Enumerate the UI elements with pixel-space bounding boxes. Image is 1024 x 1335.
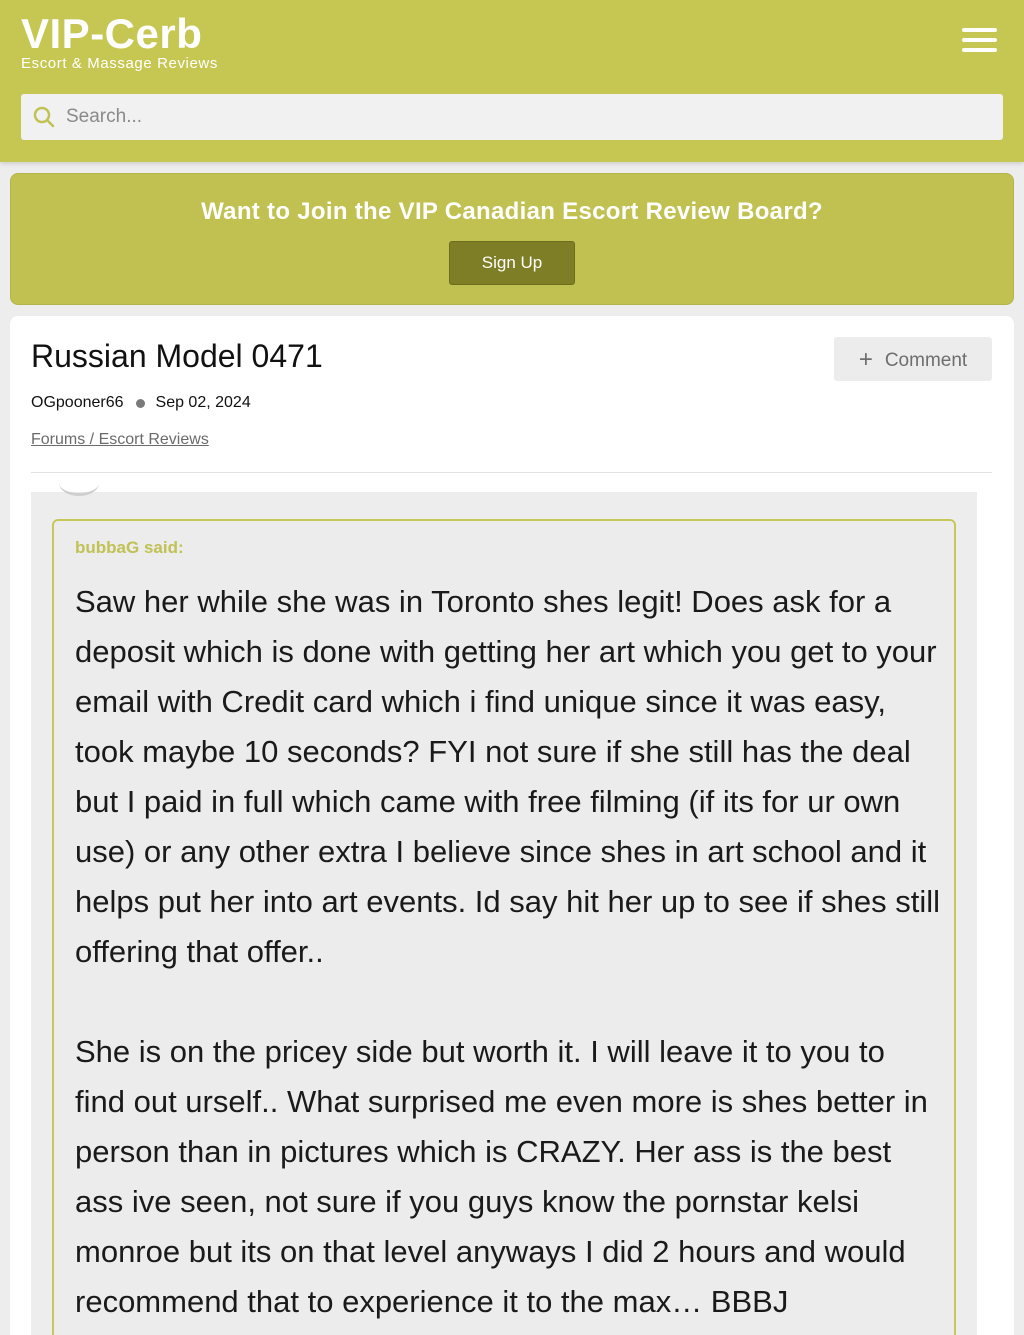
post: bubbaG said: Saw her while she was in To… — [31, 492, 977, 1335]
comment-button-label: Comment — [884, 350, 968, 371]
quote-block: bubbaG said: Saw her while she was in To… — [52, 519, 956, 1335]
site-tagline: Escort & Massage Reviews — [21, 55, 218, 72]
thread-meta: OGpooner66 Sep 02, 2024 — [31, 394, 251, 412]
thread-date: Sep 02, 2024 — [155, 394, 251, 411]
search-input[interactable] — [66, 94, 986, 140]
quote-body: Saw her while she was in Toronto shes le… — [75, 577, 941, 1335]
search-bar — [21, 94, 1003, 140]
separator-dot — [135, 398, 145, 408]
site-header: VIP-Cerb Escort & Massage Reviews — [0, 0, 1024, 162]
site-logo[interactable]: VIP-Cerb — [21, 12, 202, 56]
sign-up-button[interactable]: Sign Up — [449, 241, 575, 285]
thread-title: Russian Model 0471 — [31, 338, 323, 374]
divider — [31, 472, 992, 473]
signup-banner: Want to Join the VIP Canadian Escort Rev… — [10, 173, 1014, 305]
avatar — [59, 470, 99, 496]
quote-author[interactable]: bubbaG said: — [75, 538, 184, 558]
breadcrumb[interactable]: Forums / Escort Reviews — [31, 431, 209, 449]
thread-card: Russian Model 0471 + Comment OGpooner66 S… — [10, 316, 1014, 1335]
quote-paragraph: She is on the pricey side but worth it. … — [75, 1034, 928, 1319]
thread-author[interactable]: OGpooner66 — [31, 394, 124, 412]
search-icon — [33, 106, 55, 128]
banner-title: Want to Join the VIP Canadian Escort Rev… — [201, 198, 823, 225]
plus-icon: + — [858, 346, 873, 373]
hamburger-menu-icon[interactable] — [958, 26, 1000, 56]
quote-paragraph: Saw her while she was in Toronto shes le… — [75, 584, 941, 969]
comment-button[interactable]: + Comment — [834, 337, 992, 381]
